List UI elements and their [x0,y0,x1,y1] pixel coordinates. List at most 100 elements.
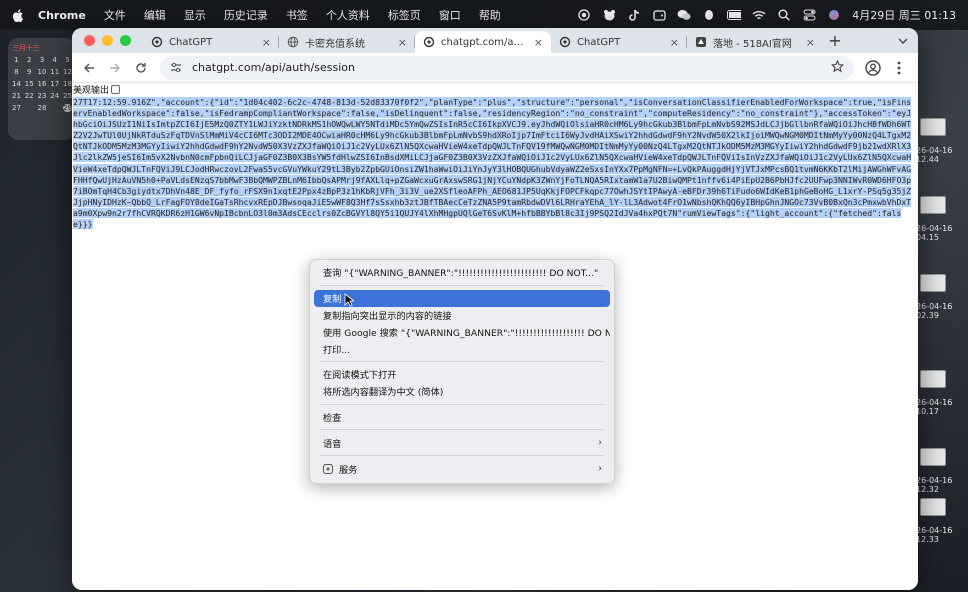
calendar-day[interactable]: 8 [12,68,21,76]
menu-bar: Chrome 文件 编辑 显示 历史记录 书签 个人资料 标签页 窗口 帮助 4… [0,0,968,30]
calendar-widget[interactable]: 三月十三 1 2 3 4 5 8 9 10 11 12 14 15 16 17 18 21 22 23 24 25 27… [8,38,76,140]
context-menu-item[interactable]: 语音 › [314,434,610,451]
tab-chatgpt-1[interactable]: ChatGPT × [143,31,279,53]
calendar-day[interactable]: 14 [12,80,21,88]
raw-json-body[interactable]: 27T17:12:59.916Z","account":{"id":"1d04c… [72,96,918,230]
menu-profiles[interactable]: 个人资料 [326,7,370,23]
menu-bookmarks[interactable]: 书签 [286,7,308,23]
desktop-file[interactable]: 26-04-16 12.44 [916,118,968,164]
apple-icon[interactable] [12,8,24,22]
calendar-day[interactable]: 24 [50,92,59,100]
forward-button[interactable] [102,56,128,80]
menu-view[interactable]: 显示 [184,7,206,23]
tab-close-icon[interactable]: × [262,36,271,49]
calendar-week: 21 22 23 24 25 [12,92,72,100]
back-button[interactable] [76,56,102,80]
desktop-file[interactable]: 26-04-16 12.32 [916,448,968,494]
qq-icon[interactable] [702,8,716,22]
siri-icon[interactable] [827,8,841,22]
close-window-button[interactable] [84,35,95,46]
menu-history[interactable]: 历史记录 [224,7,268,23]
tab-518ai[interactable]: 落地 - 518AI官网 × [687,31,823,53]
desktop-file[interactable]: 26-04-16 02.39 [916,274,968,320]
menu-help[interactable]: 帮助 [479,7,501,23]
reload-button[interactable] [128,56,154,80]
globe-icon [287,36,299,48]
calendar-day[interactable]: 15 [25,80,34,88]
tab-title: ChatGPT [169,36,213,48]
calendar-day[interactable]: 18 [63,80,72,88]
tab-chatgpt-2[interactable]: ChatGPT × [551,31,687,53]
menu-file[interactable]: 文件 [104,7,126,23]
context-menu-item[interactable]: 在阅读模式下打开 [314,366,610,383]
search-icon[interactable] [777,8,791,22]
address-bar[interactable]: chatgpt.com/api/auth/session [160,55,854,80]
desktop-file[interactable]: 26-04-16 04.15 [916,196,968,242]
battery-icon[interactable] [727,8,742,22]
desktop-file[interactable]: 26-04-16 10.17 [916,370,968,416]
site-info-icon[interactable] [170,62,182,73]
calendar-day[interactable]: 9 [25,68,34,76]
file-label: 26-04-16 12.33 [916,526,953,544]
calendar-day[interactable]: 3 [38,56,47,64]
calendar-day[interactable]: 21 [12,92,21,100]
context-menu-item[interactable]: 将所选内容翻译为中文 (简体) [314,383,610,400]
wifi-icon[interactable] [752,8,766,22]
file-label: 26-04-16 02.39 [916,302,953,320]
calendar-day[interactable]: 5 [63,56,72,64]
tiktok-icon[interactable] [627,8,641,22]
tab-card-system[interactable]: 卡密充值系统 × [279,31,415,53]
bear-icon[interactable] [602,8,616,22]
context-menu-item[interactable]: 使用 Google 搜索 "{"WARNING_BANNER":"!!!!!!!… [314,323,610,340]
calendar-day[interactable]: 23 [38,92,47,100]
pretty-print-checkbox[interactable] [111,85,121,94]
pretty-print-toggle[interactable]: 美观输出 [72,83,918,96]
new-tab-button[interactable]: + [823,31,847,50]
context-menu-item[interactable]: 打印... [314,340,610,357]
wechat-icon[interactable] [677,8,691,22]
profile-avatar[interactable] [860,56,886,80]
record-icon[interactable] [577,8,591,22]
calendar-day[interactable]: 10 [38,68,47,76]
calendar-day[interactable]: 11 [50,68,59,76]
context-menu-item[interactable]: 服务 › [314,460,610,477]
context-menu-item[interactable]: 复制 [314,289,610,307]
menu-edit[interactable]: 编辑 [144,7,166,23]
menu-separator [320,360,604,362]
menu-separator [320,429,604,431]
calendar-day[interactable]: 2 [25,56,34,64]
desktop-file[interactable]: 26-04-16 12.33 [916,498,968,544]
tab-close-icon[interactable]: × [534,36,543,49]
calendar-day[interactable]: 25 [63,92,72,100]
zoom-window-button[interactable] [120,35,131,46]
context-menu-item[interactable]: 查询 "{"WARNING_BANNER":"!!!!!!!!!!!!!!!!!… [314,264,610,281]
calendar-day[interactable]: 1 [12,56,21,64]
calendar-day[interactable]: 22 [25,92,34,100]
chevron-right-icon: › [598,463,602,474]
menubar-clock[interactable]: 4月29日 周三 01:13 [852,7,956,23]
calendar-day[interactable]: 17 [50,80,59,88]
app-menu-chrome[interactable]: Chrome [38,9,86,22]
calendar-day[interactable]: 27 [12,104,21,112]
calendar-today[interactable]: 29 [63,104,72,112]
more-menu-button[interactable] [886,56,912,80]
tab-auth-session[interactable]: chatgpt.com/api/auth/sess × [415,31,551,53]
tab-search-button[interactable] [888,34,918,48]
tab-close-icon[interactable]: × [398,36,407,49]
tab-close-icon[interactable]: × [670,36,679,49]
more-vertical-icon [897,61,901,74]
openai-icon [423,36,435,48]
calendar-day[interactable]: 12 [63,68,72,76]
control-center-icon[interactable] [802,8,816,22]
context-menu-item[interactable]: 复制指向突出显示的内容的链接 [314,307,610,324]
menu-window[interactable]: 窗口 [439,7,461,23]
wallet-icon[interactable] [652,8,666,22]
menu-tab[interactable]: 标签页 [388,7,421,23]
tab-close-icon[interactable]: × [806,36,815,49]
context-menu-item[interactable]: 检查 [314,409,610,426]
calendar-day[interactable]: 28 [38,104,47,112]
calendar-day[interactable]: 16 [38,80,47,88]
bookmark-star-icon[interactable] [830,59,845,76]
minimize-window-button[interactable] [102,35,113,46]
calendar-day[interactable]: 4 [50,56,59,64]
